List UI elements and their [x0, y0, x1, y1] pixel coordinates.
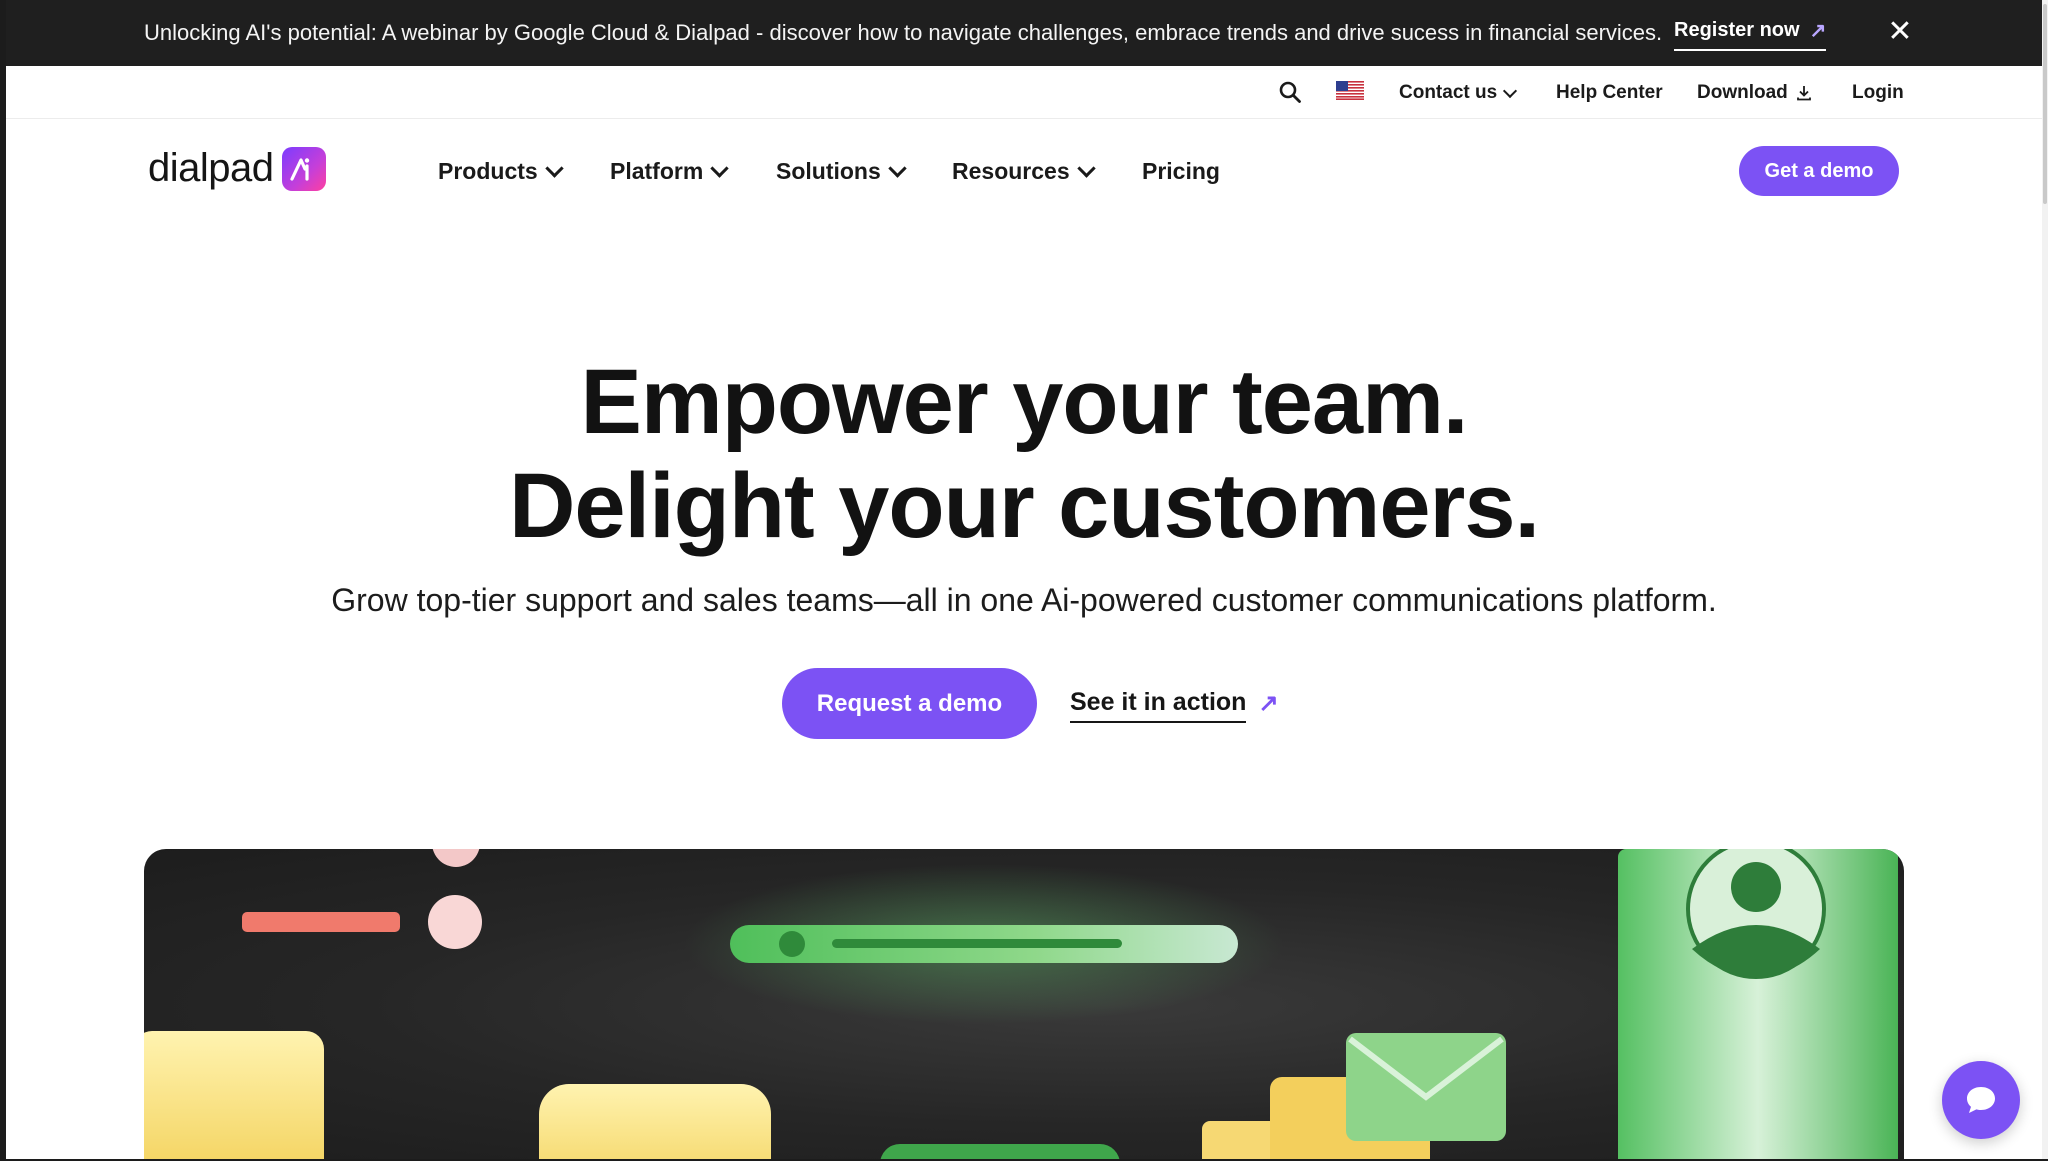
download-icon — [1796, 86, 1811, 101]
product-showcase-illustration — [144, 849, 1904, 1161]
scrollbar[interactable] — [2042, 0, 2048, 1161]
see-it-in-action-link[interactable]: See it in action ↗ — [1070, 688, 1279, 723]
announcement-text: Unlocking AI's potential: A webinar by G… — [144, 20, 1663, 45]
see-it-in-action-label: See it in action — [1070, 688, 1247, 723]
progress-track — [832, 939, 1122, 948]
pink-dot — [428, 895, 482, 949]
register-now-link[interactable]: Register now ↗ — [1674, 18, 1827, 51]
request-demo-button[interactable]: Request a demo — [782, 668, 1037, 739]
hero-title: Empower your team. Delight your customer… — [0, 350, 2048, 558]
nav-products[interactable]: Products — [438, 158, 564, 185]
ai-badge-icon — [281, 146, 326, 191]
nav-pricing[interactable]: Pricing — [1142, 158, 1220, 185]
register-now-label: Register now — [1674, 19, 1800, 41]
chat-widget-button[interactable] — [1942, 1061, 2020, 1139]
close-icon[interactable]: ✕ — [1882, 14, 1918, 50]
utility-nav: Contact us Help Center Download Login — [6, 66, 2042, 119]
yellow-card-center — [539, 1084, 771, 1161]
contact-us-menu[interactable]: Contact us — [1399, 82, 1518, 104]
logo-wordmark: dialpad — [148, 146, 274, 190]
envelope-green — [1346, 1033, 1506, 1141]
avatar-head — [1731, 862, 1781, 912]
nav-solutions[interactable]: Solutions — [776, 158, 907, 185]
showcase-artwork — [144, 849, 1898, 1161]
yellow-card-left — [144, 1031, 324, 1161]
search-icon[interactable] — [1278, 80, 1302, 104]
get-a-demo-button[interactable]: Get a demo — [1739, 146, 1899, 196]
scrollbar-thumb[interactable] — [2043, 4, 2047, 204]
nav-platform[interactable]: Platform — [610, 158, 729, 185]
nav-resources-label: Resources — [952, 158, 1070, 184]
help-center-label: Help Center — [1556, 82, 1663, 103]
nav-pricing-label: Pricing — [1142, 158, 1220, 184]
nav-platform-label: Platform — [610, 158, 704, 184]
announcement-bar: Unlocking AI's potential: A webinar by G… — [6, 0, 2042, 66]
download-link[interactable]: Download — [1697, 82, 1812, 104]
chevron-down-icon — [710, 159, 729, 178]
hero-title-line2: Delight your customers. — [508, 455, 1540, 557]
chevron-down-icon — [1076, 159, 1096, 178]
help-center-link[interactable]: Help Center — [1556, 82, 1663, 104]
login-link[interactable]: Login — [1852, 82, 1904, 104]
chevron-down-icon — [1503, 83, 1518, 98]
chevron-down-icon — [544, 159, 564, 178]
nav-products-label: Products — [438, 158, 538, 184]
progress-knob — [779, 931, 805, 957]
dialpad-logo[interactable]: dialpad — [148, 146, 326, 191]
chat-bubble-icon — [1967, 1087, 1995, 1113]
us-flag-icon[interactable] — [1336, 81, 1364, 100]
download-label: Download — [1697, 82, 1788, 103]
login-label: Login — [1852, 82, 1904, 103]
hero-title-line1: Empower your team. — [580, 351, 1469, 453]
pink-dot-top — [432, 849, 480, 867]
nav-resources[interactable]: Resources — [952, 158, 1096, 185]
arrow-up-right-icon: ↗ — [1809, 20, 1827, 42]
chevron-down-icon — [888, 159, 907, 178]
main-nav: dialpad Products Platform Solutions Reso… — [6, 118, 2042, 226]
nav-solutions-label: Solutions — [776, 158, 881, 184]
arrow-up-right-icon: ↗ — [1258, 690, 1279, 717]
contact-us-label: Contact us — [1399, 82, 1498, 103]
red-status-bar — [242, 912, 400, 932]
hero-subtitle: Grow top-tier support and sales teams—al… — [331, 582, 1717, 618]
